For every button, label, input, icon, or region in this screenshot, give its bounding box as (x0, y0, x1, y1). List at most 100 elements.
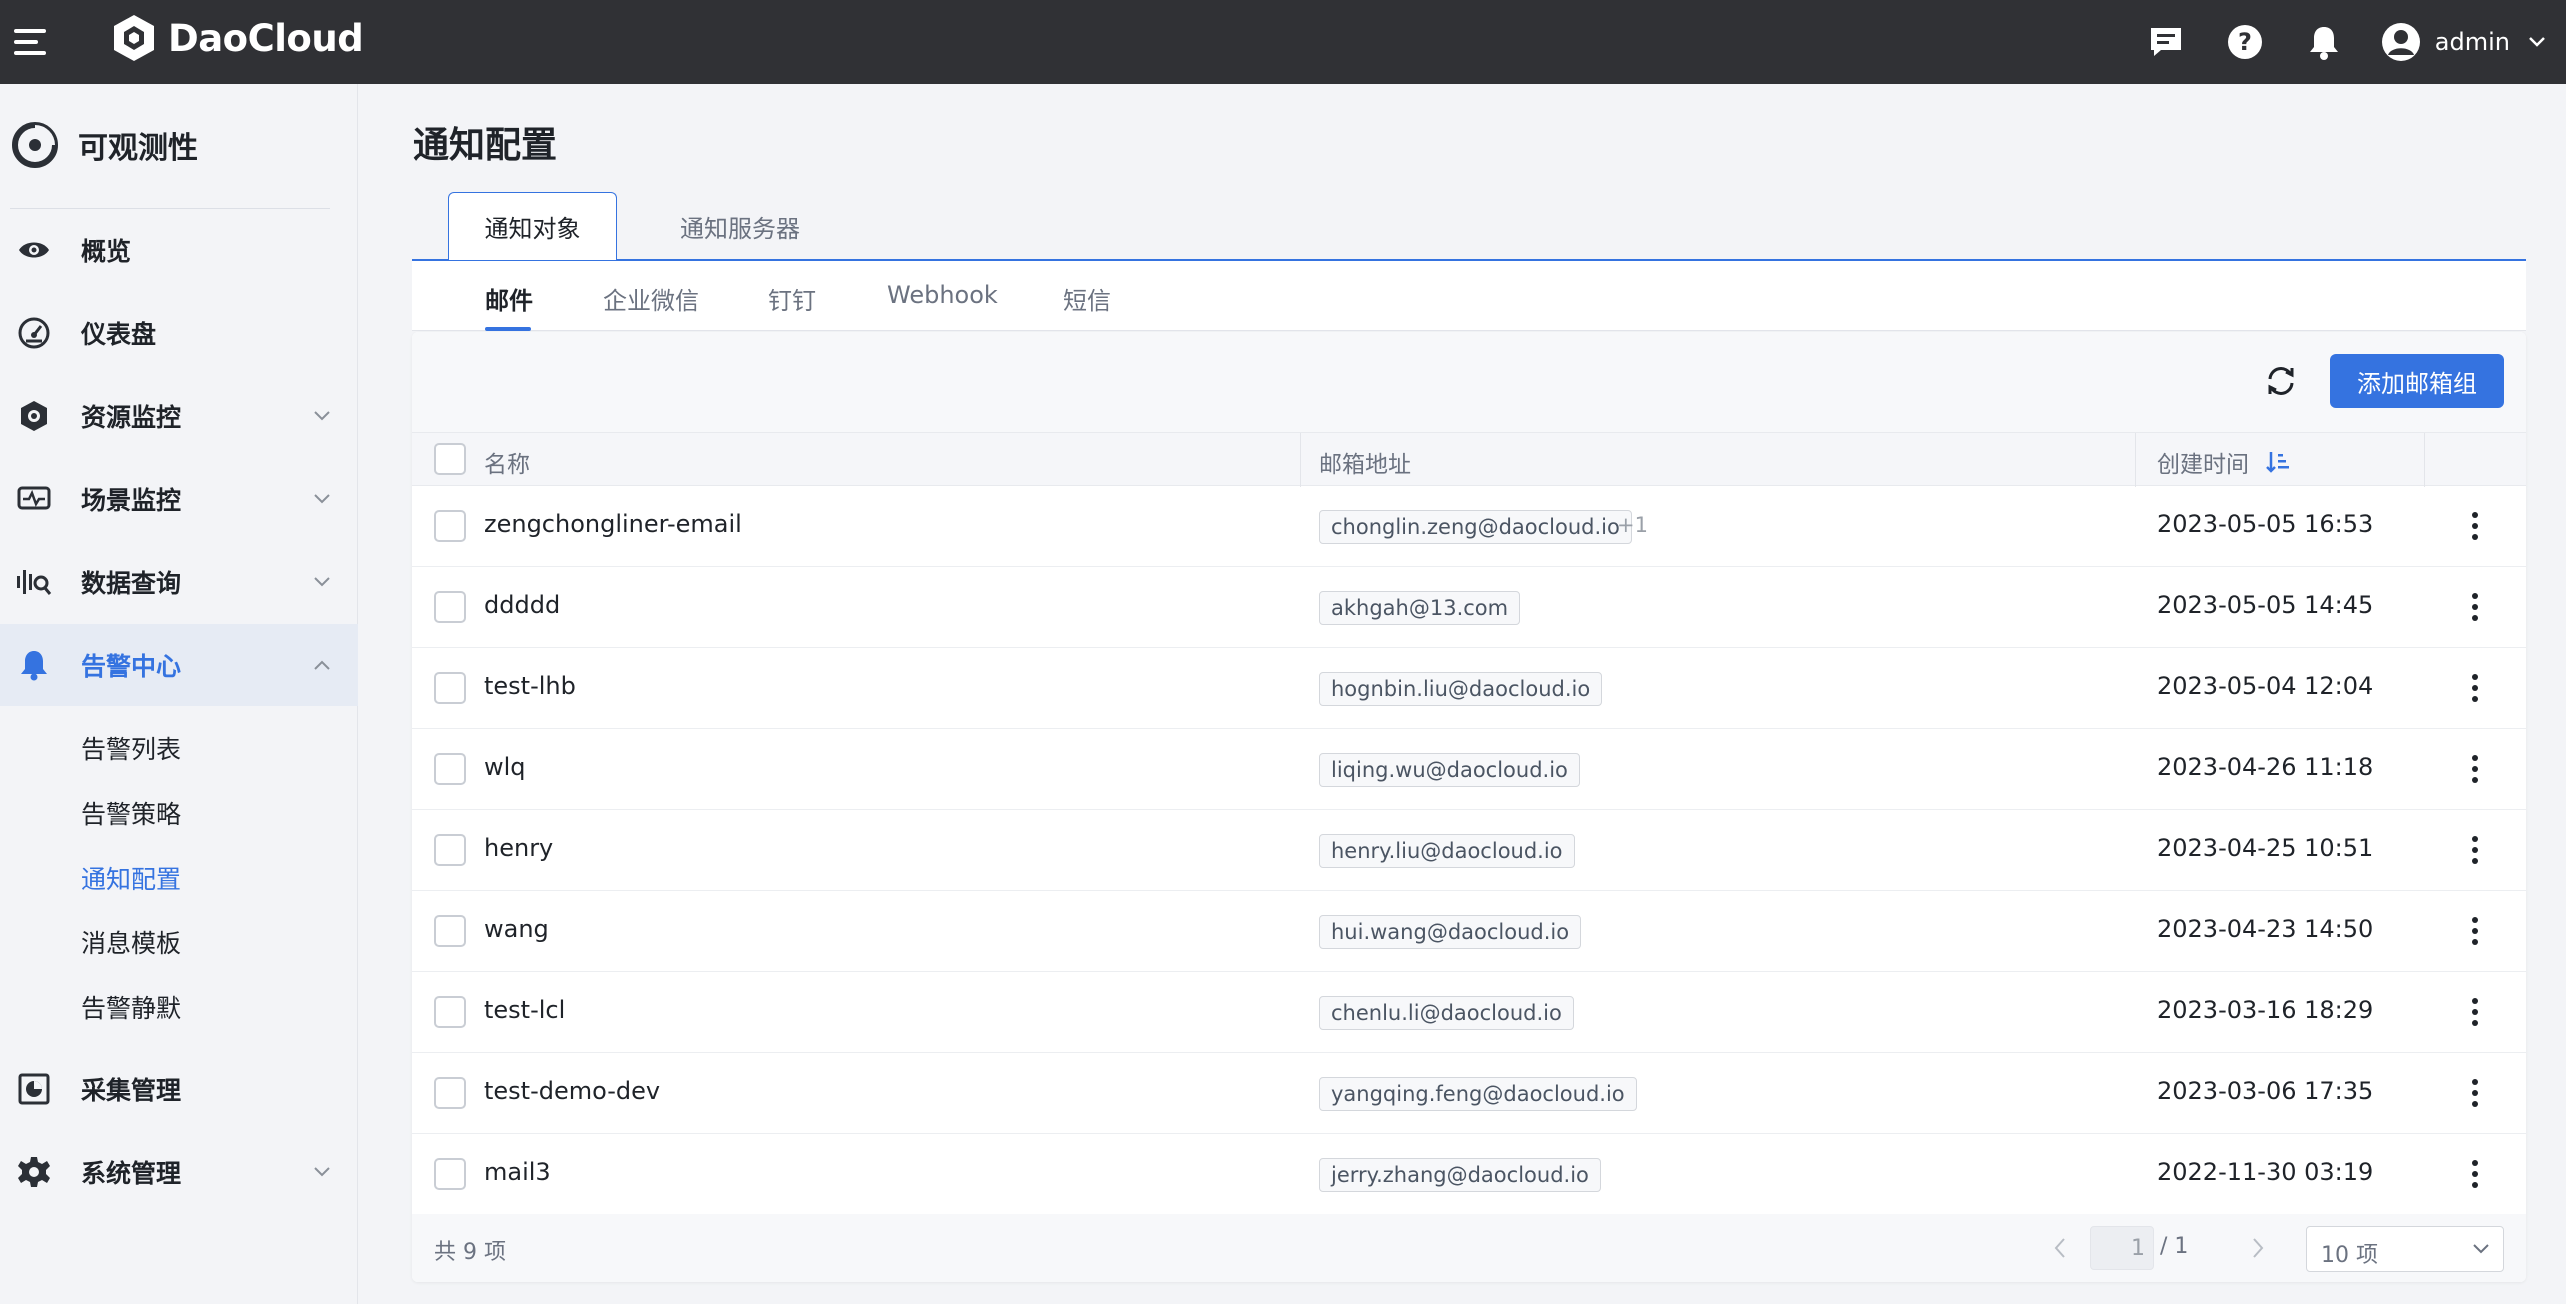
subtab-wecom[interactable]: 企业微信 (603, 281, 699, 316)
table-row: henry henry.liu@daocloud.io 2023-04-25 1… (412, 810, 2526, 891)
page-total: / 1 (2160, 1234, 2189, 1259)
more-actions-icon[interactable] (2462, 994, 2488, 1030)
row-created-time: 2023-05-05 16:53 (2157, 510, 2374, 538)
brand-name: DaoCloud (168, 16, 364, 60)
page-size-select[interactable]: 10 项 (2306, 1226, 2504, 1272)
sidebar-item-system-management[interactable]: 系统管理 (0, 1131, 358, 1213)
menu-icon[interactable] (14, 24, 50, 60)
sidebar-item-label: 系统管理 (81, 1159, 182, 1188)
gauge-icon (16, 315, 52, 351)
sidebar-item-label: 告警中心 (81, 652, 182, 681)
sidebar-item-overview[interactable]: 概览 (0, 209, 358, 291)
sidebar-item-dashboard[interactable]: 仪表盘 (0, 292, 358, 374)
sidebar-subitem-alert-silence[interactable]: 告警静默 (81, 989, 181, 1025)
tab-notify-targets[interactable]: 通知对象 (448, 192, 617, 260)
select-all-checkbox[interactable] (434, 443, 466, 475)
refresh-icon[interactable] (2260, 360, 2302, 402)
sidebar-item-label: 场景监控 (81, 486, 182, 515)
row-name: test-demo-dev (484, 1077, 661, 1105)
gear-icon (16, 1154, 52, 1190)
more-actions-icon[interactable] (2462, 508, 2488, 544)
row-checkbox[interactable] (434, 915, 466, 947)
more-actions-icon[interactable] (2462, 1075, 2488, 1111)
tab-notify-servers[interactable]: 通知服务器 (632, 192, 848, 260)
sidebar-item-label: 仪表盘 (81, 320, 157, 349)
subtab-webhook[interactable]: Webhook (887, 281, 998, 309)
subtab-dingtalk[interactable]: 钉钉 (768, 281, 816, 316)
email-tag: hognbin.liu@daocloud.io (1319, 672, 1603, 706)
page-number-input[interactable] (2090, 1226, 2154, 1270)
sidebar-item-alert-center[interactable]: 告警中心 (0, 624, 358, 706)
row-created-time: 2023-03-16 18:29 (2157, 996, 2374, 1024)
sidebar-subitem-alert-policy[interactable]: 告警策略 (81, 795, 181, 831)
bell-icon (16, 647, 52, 683)
row-checkbox[interactable] (434, 510, 466, 542)
table-row: test-lcl chenlu.li@daocloud.io 2023-03-1… (412, 972, 2526, 1053)
row-created-time: 2023-04-25 10:51 (2157, 834, 2374, 862)
table-toolbar: 添加邮箱组 (412, 332, 2526, 432)
table-row: zengchongliner-email chonglin.zeng@daocl… (412, 486, 2526, 567)
column-header-created-label: 创建时间 (2157, 452, 2249, 478)
row-checkbox[interactable] (434, 834, 466, 866)
chevron-down-icon (312, 572, 332, 592)
sidebar-item-scenario-monitor[interactable]: 场景监控 (0, 458, 358, 540)
sidebar-subitem-message-template[interactable]: 消息模板 (81, 924, 181, 960)
chevron-left-icon[interactable] (2046, 1234, 2074, 1262)
sidebar-subitem-alert-list[interactable]: 告警列表 (81, 730, 181, 766)
more-actions-icon[interactable] (2462, 589, 2488, 625)
more-actions-icon[interactable] (2462, 670, 2488, 706)
column-header-email: 邮箱地址 (1319, 452, 1411, 478)
svg-text:?: ? (2238, 28, 2252, 56)
row-created-time: 2023-05-04 12:04 (2157, 672, 2374, 700)
pulse-monitor-icon (16, 481, 52, 517)
extra-email-count[interactable]: +1 (1617, 513, 1648, 537)
help-icon[interactable]: ? (2223, 20, 2267, 64)
row-name: test-lcl (484, 996, 566, 1024)
sidebar-item-collection-management[interactable]: 采集管理 (0, 1048, 358, 1130)
more-actions-icon[interactable] (2462, 1156, 2488, 1192)
sidebar: 可观测性 概览 仪表盘 资源监控 场景监控 数据查询 告警中心 告警列表 告警策… (0, 84, 358, 1304)
row-checkbox[interactable] (434, 672, 466, 704)
avatar-icon (2381, 23, 2420, 61)
top-bar: DaoCloud ? admin (0, 0, 2566, 84)
table-row: wlq liqing.wu@daocloud.io 2023-04-26 11:… (412, 729, 2526, 810)
user-menu[interactable]: admin (2381, 22, 2546, 62)
channel-subtabs: 邮件 企业微信 钉钉 Webhook 短信 (412, 261, 2526, 331)
add-email-group-button[interactable]: 添加邮箱组 (2330, 354, 2504, 408)
row-checkbox[interactable] (434, 1158, 466, 1190)
column-header-created[interactable]: 创建时间 (2157, 445, 2291, 479)
table-row: wang hui.wang@daocloud.io 2023-04-23 14:… (412, 891, 2526, 972)
table-row: test-lhb hognbin.liu@daocloud.io 2023-05… (412, 648, 2526, 729)
bell-icon[interactable] (2302, 20, 2346, 64)
email-tag: henry.liu@daocloud.io (1319, 834, 1575, 868)
sidebar-item-data-query[interactable]: 数据查询 (0, 541, 358, 623)
row-name: ddddd (484, 591, 561, 619)
more-actions-icon[interactable] (2462, 913, 2488, 949)
row-checkbox[interactable] (434, 591, 466, 623)
subtab-email[interactable]: 邮件 (485, 281, 533, 316)
email-tag: yangqing.feng@daocloud.io (1319, 1077, 1637, 1111)
row-checkbox[interactable] (434, 753, 466, 785)
chevron-down-icon (2471, 1239, 2491, 1263)
message-icon[interactable] (2144, 20, 2188, 64)
row-checkbox[interactable] (434, 996, 466, 1028)
sidebar-item-resource-monitor[interactable]: 资源监控 (0, 375, 358, 457)
row-name: wlq (484, 753, 526, 781)
table-row: test-demo-dev yangqing.feng@daocloud.io … (412, 1053, 2526, 1134)
module-title: 可观测性 (78, 131, 198, 166)
sidebar-item-label: 概览 (81, 237, 132, 266)
row-name: henry (484, 834, 554, 862)
page-title: 通知配置 (413, 125, 558, 166)
subtab-sms[interactable]: 短信 (1063, 281, 1111, 316)
sort-descending-icon[interactable] (2265, 449, 2291, 475)
more-actions-icon[interactable] (2462, 832, 2488, 868)
sidebar-subitem-notify-config[interactable]: 通知配置 (81, 860, 181, 896)
logo[interactable]: DaoCloud (108, 12, 364, 64)
chevron-right-icon[interactable] (2244, 1234, 2272, 1262)
daocloud-logo-icon (114, 15, 154, 61)
more-actions-icon[interactable] (2462, 751, 2488, 787)
column-header-name: 名称 (484, 452, 530, 478)
sidebar-item-label: 数据查询 (81, 569, 182, 598)
row-name: mail3 (484, 1158, 551, 1186)
row-checkbox[interactable] (434, 1077, 466, 1109)
